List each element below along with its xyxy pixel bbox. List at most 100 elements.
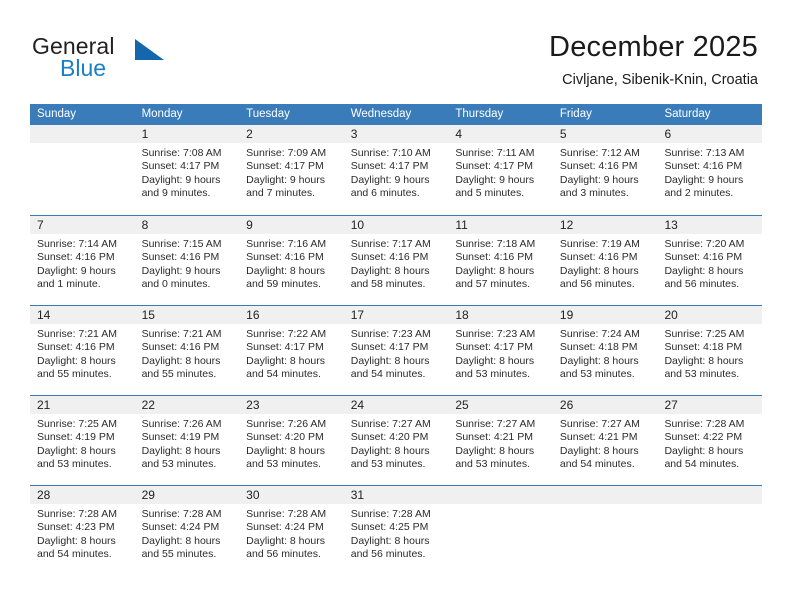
calendar-day-cell[interactable]: 13 Sunrise: 7:20 AM Sunset: 4:16 PM Dayligh… [657,216,763,305]
day-sun-info: Sunrise: 7:21 AM Sunset: 4:16 PM Daylight:… [135,324,240,382]
daylight-text-line2: and 9 minutes. [141,187,211,200]
daylight-text-line2: and 53 minutes. [350,458,426,471]
calendar-day-cell[interactable]: 7 Sunrise: 7:14 AM Sunset: 4:16 PM Daylight… [30,216,135,305]
day-sun-info: Sunrise: 7:27 AM Sunset: 4:21 PM Daylight:… [553,414,658,472]
daylight-text-line2: and 54 minutes. [559,458,635,471]
day-number: 6 [657,125,763,143]
calendar-day-cell[interactable]: 29 Sunrise: 7:28 AM Sunset: 4:24 PM Dayligh… [134,486,240,575]
daylight-text-line2: and 56 minutes. [664,278,740,291]
day-sun-info: Sunrise: 7:20 AM Sunset: 4:16 PM Daylight:… [657,234,762,292]
daylight-text-line2: and 53 minutes. [37,458,112,471]
daylight-text-line1: Daylight: 8 hours [350,534,430,547]
calendar-week-row: 21 Sunrise: 7:25 AM Sunset: 4:19 PM Dayligh… [30,395,763,485]
daylight-text-line2: and 53 minutes. [246,458,321,471]
day-number: 1 [134,125,240,143]
weekday-header-monday: Monday [141,108,183,120]
daylight-text-line1: Daylight: 9 hours [141,173,221,186]
daylight-text-line1: Daylight: 8 hours [559,264,639,277]
sunset-text: Sunset: 4:17 PM [350,160,429,173]
calendar-day-cell[interactable]: 11 Sunrise: 7:18 AM Sunset: 4:16 PM Dayligh… [448,216,553,305]
weekday-header-thursday: Thursday [455,108,504,120]
calendar-day-cell[interactable]: 17 Sunrise: 7:23 AM Sunset: 4:17 PM Dayligh… [343,306,449,395]
sunset-text: Sunset: 4:16 PM [664,160,743,173]
calendar-day-cell-empty [552,486,658,575]
calendar-day-cell[interactable]: 19 Sunrise: 7:24 AM Sunset: 4:18 PM Dayligh… [552,306,658,395]
daylight-text-line2: and 57 minutes. [455,278,531,291]
daylight-text-line1: Daylight: 8 hours [37,354,116,367]
day-sun-info: Sunrise: 7:28 AM Sunset: 4:24 PM Daylight:… [239,504,344,562]
calendar-day-cell[interactable]: 31 Sunrise: 7:28 AM Sunset: 4:25 PM Dayligh… [343,486,449,575]
general-blue-logo[interactable]: General Blue [32,33,252,91]
calendar-day-cell[interactable]: 24 Sunrise: 7:27 AM Sunset: 4:20 PM Dayligh… [343,396,449,485]
sunset-text: Sunset: 4:16 PM [37,251,115,264]
day-number: 25 [448,396,553,414]
calendar-week-row: 7 Sunrise: 7:14 AM Sunset: 4:16 PM Daylight… [30,215,763,305]
sunrise-text: Sunrise: 7:13 AM [664,147,745,159]
daylight-text-line2: and 58 minutes. [350,278,426,291]
calendar-day-cell[interactable]: 12 Sunrise: 7:19 AM Sunset: 4:16 PM Dayligh… [552,216,658,305]
daylight-text-line1: Daylight: 8 hours [664,264,744,277]
calendar-day-cell[interactable]: 22 Sunrise: 7:26 AM Sunset: 4:19 PM Dayligh… [134,396,240,485]
sunset-text: Sunset: 4:17 PM [141,160,220,173]
calendar-day-cell[interactable]: 25 Sunrise: 7:27 AM Sunset: 4:21 PM Dayligh… [448,396,553,485]
calendar-day-cell[interactable]: 1 Sunrise: 7:08 AM Sunset: 4:17 PM Daylight… [134,125,240,215]
weekday-header-row: Sunday Monday Tuesday Wednesday Thursday… [30,104,762,125]
calendar-day-cell[interactable]: 30 Sunrise: 7:28 AM Sunset: 4:24 PM Dayligh… [239,486,344,575]
logo-triangle-icon [135,39,164,60]
day-number: 5 [552,125,658,143]
calendar-day-cell[interactable]: 3 Sunrise: 7:10 AM Sunset: 4:17 PM Daylight… [343,125,449,215]
daylight-text-line2: and 53 minutes. [455,458,531,471]
sunset-text: Sunset: 4:17 PM [455,341,533,354]
page-subtitle: Civljane, Sibenik-Knin, Croatia [562,72,758,88]
sunset-text: Sunset: 4:24 PM [246,521,324,534]
day-number [30,125,135,143]
daylight-text-line1: Daylight: 8 hours [350,264,430,277]
calendar-page: General Blue December 2025 Civljane, Sib… [0,0,792,612]
calendar-day-cell[interactable]: 18 Sunrise: 7:23 AM Sunset: 4:17 PM Dayligh… [448,306,553,395]
sunset-text: Sunset: 4:20 PM [350,431,429,444]
day-number: 24 [343,396,449,414]
day-number: 16 [239,306,344,324]
sunset-text: Sunset: 4:24 PM [141,521,220,534]
day-sun-info: Sunrise: 7:27 AM Sunset: 4:20 PM Daylight:… [344,414,449,472]
weekday-header-friday: Friday [559,108,592,120]
page-header: General Blue December 2025 Civljane, Sib… [0,0,792,100]
calendar-day-cell[interactable]: 27 Sunrise: 7:28 AM Sunset: 4:22 PM Dayligh… [657,396,763,485]
calendar-day-cell-empty [448,486,553,575]
day-sun-info: Sunrise: 7:22 AM Sunset: 4:17 PM Daylight:… [239,324,344,382]
calendar-day-cell[interactable]: 28 Sunrise: 7:28 AM Sunset: 4:23 PM Dayligh… [30,486,135,575]
calendar-day-cell[interactable]: 20 Sunrise: 7:25 AM Sunset: 4:18 PM Dayligh… [657,306,763,395]
calendar-day-cell[interactable]: 23 Sunrise: 7:26 AM Sunset: 4:20 PM Dayligh… [239,396,344,485]
calendar-day-cell[interactable]: 8 Sunrise: 7:15 AM Sunset: 4:16 PM Daylight… [134,216,240,305]
calendar-day-cell[interactable]: 4 Sunrise: 7:11 AM Sunset: 4:17 PM Daylight… [448,125,553,215]
calendar-day-cell[interactable]: 9 Sunrise: 7:16 AM Sunset: 4:16 PM Daylight… [239,216,344,305]
daylight-text-line2: and 0 minutes. [141,278,211,291]
daylight-text-line1: Daylight: 8 hours [246,534,325,547]
day-sun-info: Sunrise: 7:28 AM Sunset: 4:22 PM Daylight:… [657,414,762,472]
calendar-day-cell[interactable]: 16 Sunrise: 7:22 AM Sunset: 4:17 PM Dayligh… [239,306,344,395]
calendar-day-cell[interactable]: 14 Sunrise: 7:21 AM Sunset: 4:16 PM Dayligh… [30,306,135,395]
calendar-day-cell[interactable]: 2 Sunrise: 7:09 AM Sunset: 4:17 PM Daylight… [239,125,344,215]
calendar-day-cell[interactable]: 21 Sunrise: 7:25 AM Sunset: 4:19 PM Dayligh… [30,396,135,485]
calendar-day-cell[interactable]: 26 Sunrise: 7:27 AM Sunset: 4:21 PM Dayligh… [552,396,658,485]
sunrise-text: Sunrise: 7:19 AM [559,238,640,250]
daylight-text-line2: and 6 minutes. [350,187,420,200]
calendar-day-cell[interactable]: 5 Sunrise: 7:12 AM Sunset: 4:16 PM Daylight… [552,125,658,215]
daylight-text-line1: Daylight: 9 hours [664,173,744,186]
calendar-day-cell[interactable]: 6 Sunrise: 7:13 AM Sunset: 4:16 PM Daylight… [657,125,763,215]
sunset-text: Sunset: 4:17 PM [455,160,533,173]
day-number: 23 [239,396,344,414]
calendar-day-cell[interactable]: 15 Sunrise: 7:21 AM Sunset: 4:16 PM Dayligh… [134,306,240,395]
sunrise-text: Sunrise: 7:23 AM [350,328,431,340]
sunset-text: Sunset: 4:17 PM [246,160,324,173]
day-number: 11 [448,216,553,234]
day-number: 29 [134,486,240,504]
day-sun-info: Sunrise: 7:17 AM Sunset: 4:16 PM Daylight:… [344,234,449,292]
day-number: 20 [657,306,763,324]
day-number [552,486,658,504]
calendar-day-cell[interactable]: 10 Sunrise: 7:17 AM Sunset: 4:16 PM Dayligh… [343,216,449,305]
day-sun-info: Sunrise: 7:26 AM Sunset: 4:20 PM Daylight:… [239,414,344,472]
sunset-text: Sunset: 4:16 PM [559,251,638,264]
day-sun-info: Sunrise: 7:28 AM Sunset: 4:23 PM Daylight:… [30,504,135,562]
calendar-weeks: 1 Sunrise: 7:08 AM Sunset: 4:17 PM Daylight… [30,125,763,575]
